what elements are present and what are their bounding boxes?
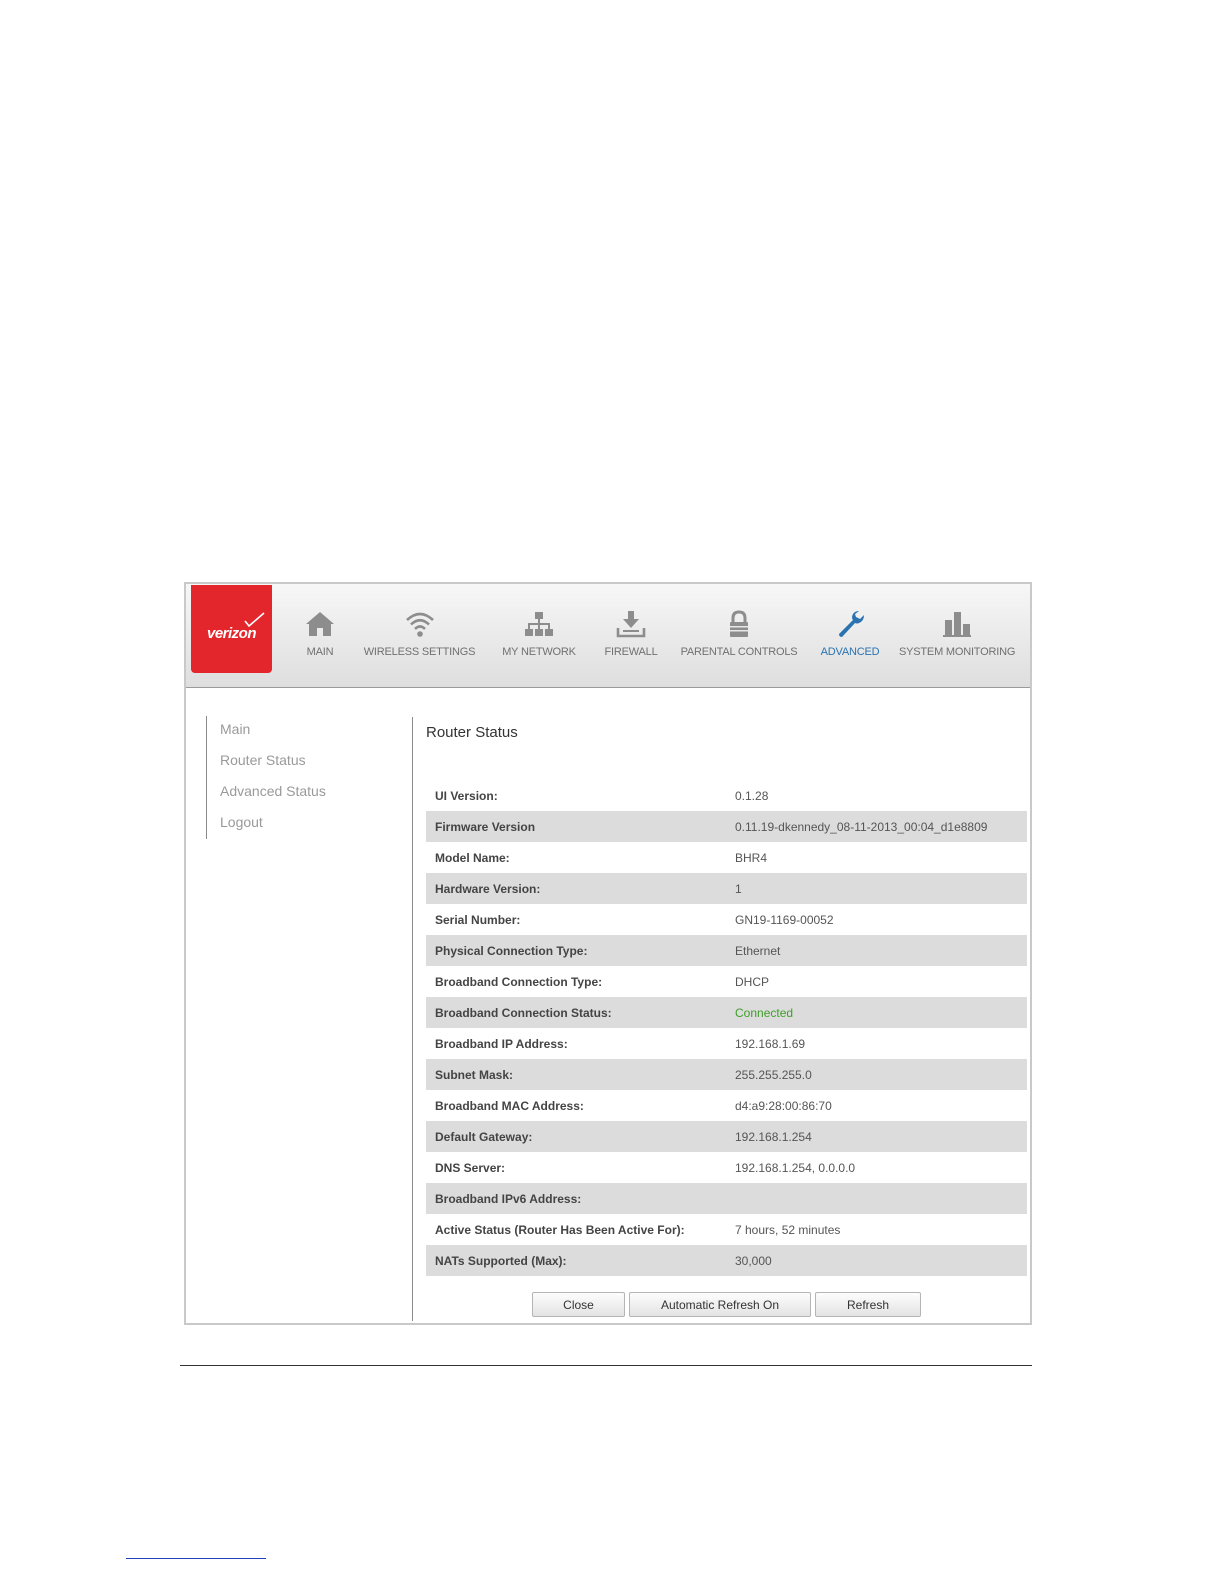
home-icon <box>306 612 334 636</box>
row-label: Broadband MAC Address: <box>435 1098 584 1113</box>
row-label: Broadband Connection Type: <box>435 974 603 989</box>
nav-item-wireless-settings[interactable]: WIRELESS SETTINGS <box>362 608 477 668</box>
wrench-icon <box>839 611 864 637</box>
table-row: Broadband IP Address: 192.168.1.69 <box>426 1028 1027 1059</box>
nav-label-firewall: FIREWALL <box>604 646 658 658</box>
nav-label-wireless-settings: WIRELESS SETTINGS <box>363 646 476 658</box>
table-row: UI Version: 0.1.28 <box>426 780 1027 811</box>
nav-label-system-monitoring: SYSTEM MONITORING <box>899 646 1016 658</box>
row-value: 255.255.255.0 <box>735 1067 812 1082</box>
nav-label-parental-controls: PARENTAL CONTROLS <box>680 646 798 658</box>
sidebar-item-main[interactable]: Main <box>220 716 387 747</box>
nav-label-advanced: ADVANCED <box>820 646 880 658</box>
lock-icon <box>730 610 748 637</box>
table-row: Hardware Version: 1 <box>426 873 1027 904</box>
row-value: 7 hours, 52 minutes <box>735 1222 841 1237</box>
table-row: Serial Number: GN19-1169-00052 <box>426 904 1027 935</box>
table-row: DNS Server: 192.168.1.254, 0.0.0.0 <box>426 1152 1027 1183</box>
nav-item-firewall[interactable]: FIREWALL <box>601 608 661 668</box>
refresh-button[interactable]: Refresh <box>815 1292 921 1317</box>
table-row: Active Status (Router Has Been Active Fo… <box>426 1214 1027 1245</box>
row-value: d4:a9:28:00:86:70 <box>735 1098 832 1113</box>
row-label: NATs Supported (Max): <box>435 1253 567 1268</box>
sidebar-item-advanced-status[interactable]: Advanced Status <box>220 778 387 809</box>
row-value: 0.11.19-dkennedy_08-11-2013_00:04_d1e880… <box>735 819 988 834</box>
row-label: Subnet Mask: <box>435 1067 514 1082</box>
automatic-refresh-button[interactable]: Automatic Refresh On <box>629 1292 811 1317</box>
router-ui-window: verizon MAIN WIRELESS SETTINGS MY NETWOR… <box>184 582 1032 1325</box>
nav-label-main: MAIN <box>306 646 334 658</box>
sidebar-item-logout[interactable]: Logout <box>220 809 387 840</box>
nav-item-system-monitoring[interactable]: SYSTEM MONITORING <box>899 608 1015 668</box>
top-nav-bar: verizon MAIN WIRELESS SETTINGS MY NETWOR… <box>186 584 1030 688</box>
nav-item-parental-controls[interactable]: PARENTAL CONTROLS <box>680 608 798 668</box>
network-icon <box>525 612 553 636</box>
row-value: 0.1.28 <box>735 788 769 803</box>
row-label: Firmware Version <box>435 819 536 834</box>
logo-text: verizon <box>206 625 257 642</box>
firewall-icon <box>616 611 646 638</box>
bar-chart-icon <box>943 612 971 637</box>
table-row: Broadband MAC Address: d4:a9:28:00:86:70 <box>426 1090 1027 1121</box>
row-value: 192.168.1.254 <box>735 1129 812 1144</box>
table-row: Firmware Version 0.11.19-dkennedy_08-11-2… <box>426 811 1027 842</box>
table-row: Broadband Connection Type: DHCP <box>426 966 1027 997</box>
row-value: Connected <box>735 1005 794 1020</box>
content-divider <box>412 717 413 1321</box>
document-divider <box>180 1365 1032 1366</box>
table-row: Model Name: BHR4 <box>426 842 1027 873</box>
row-value: GN19-1169-00052 <box>735 912 834 927</box>
router-status-table: UI Version: 0.1.28 Firmware Version 0.11.19… <box>426 780 1027 1276</box>
nav-label-my-network: MY NETWORK <box>502 646 576 658</box>
row-label: Serial Number: <box>435 912 521 927</box>
footer-link-underline <box>126 1558 266 1559</box>
row-value: 192.168.1.254, 0.0.0.0 <box>735 1160 856 1175</box>
table-row: NATs Supported (Max): 30,000 <box>426 1245 1027 1276</box>
row-label: Model Name: <box>435 850 510 865</box>
row-label: Broadband Connection Status: <box>435 1005 612 1020</box>
row-label: UI Version: <box>435 788 498 803</box>
close-button[interactable]: Close <box>532 1292 625 1317</box>
verizon-logo[interactable]: verizon <box>191 585 272 673</box>
row-value: Ethernet <box>735 943 781 958</box>
row-label: Default Gateway: <box>435 1129 533 1144</box>
wifi-icon <box>405 612 434 637</box>
row-value: 1 <box>735 881 742 896</box>
sidebar-menu: Main Router Status Advanced Status Logou… <box>206 716 387 839</box>
sidebar-item-router-status[interactable]: Router Status <box>220 747 387 778</box>
nav-item-main[interactable]: MAIN <box>289 608 351 668</box>
page-title: Router Status <box>426 724 518 741</box>
row-label: Broadband IPv6 Address: <box>435 1191 582 1206</box>
nav-item-my-network[interactable]: MY NETWORK <box>497 608 581 668</box>
row-label: Active Status (Router Has Been Active Fo… <box>435 1222 685 1237</box>
row-label: Broadband IP Address: <box>435 1036 568 1051</box>
row-label: Physical Connection Type: <box>435 943 588 958</box>
table-row: Physical Connection Type: Ethernet <box>426 935 1027 966</box>
row-value: 30,000 <box>735 1253 772 1268</box>
row-value: BHR4 <box>735 850 768 865</box>
row-value: DHCP <box>735 974 770 989</box>
row-value: 192.168.1.69 <box>735 1036 806 1051</box>
row-label: Hardware Version: <box>435 881 541 896</box>
table-row: Broadband IPv6 Address: <box>426 1183 1027 1214</box>
table-row: Default Gateway: 192.168.1.254 <box>426 1121 1027 1152</box>
table-row: Subnet Mask: 255.255.255.0 <box>426 1059 1027 1090</box>
nav-item-advanced[interactable]: ADVANCED <box>817 608 883 668</box>
row-label: DNS Server: <box>435 1160 506 1175</box>
table-row: Broadband Connection Status: Connected <box>426 997 1027 1028</box>
